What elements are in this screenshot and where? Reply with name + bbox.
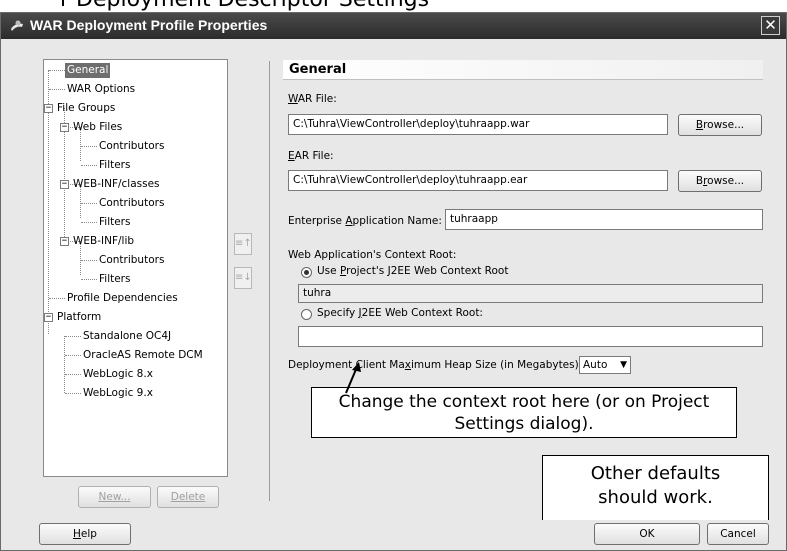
panel-title: General bbox=[283, 60, 763, 80]
browse-mnemonic: B bbox=[695, 119, 704, 131]
radio1-pre: Use bbox=[317, 265, 340, 277]
top-fragment-text: r Deployment Descriptor Settings bbox=[60, 0, 429, 12]
browse2-label-pre: B bbox=[695, 175, 704, 187]
heap-size-label: Deployment Client Maximum Heap Size (in … bbox=[288, 359, 582, 371]
dialog-window: WAR Deployment Profile Properties ✕ − − … bbox=[0, 12, 787, 551]
tree-item-contributors[interactable]: Contributors bbox=[97, 253, 166, 268]
context-root-label: Web Application's Context Root: bbox=[288, 249, 457, 261]
tree-line bbox=[81, 222, 97, 223]
radio2-rest: 2EE Web Context Root: bbox=[361, 307, 483, 319]
tree-line bbox=[65, 336, 81, 337]
delete-button-label: Delete bbox=[170, 491, 206, 503]
war-label-text: AR File: bbox=[297, 93, 337, 105]
tree-line bbox=[81, 260, 97, 261]
panel-divider bbox=[269, 61, 270, 501]
ent-label-mnemonic: A bbox=[345, 215, 353, 227]
tree-line bbox=[81, 203, 97, 204]
move-up-icon: ≡↑ bbox=[235, 238, 252, 249]
close-button[interactable]: ✕ bbox=[761, 16, 780, 35]
tree-item-standalone-oc4j[interactable]: Standalone OC4J bbox=[81, 329, 173, 344]
tree-item-contributors[interactable]: Contributors bbox=[97, 196, 166, 211]
ent-label-rest: pplication Name: bbox=[352, 215, 442, 227]
radio1-rest: roject's J2EE Web Context Root bbox=[346, 265, 509, 277]
browse-ear-button[interactable]: Browse... bbox=[678, 170, 762, 192]
navigation-tree[interactable]: − − − − − General WAR Options File Group… bbox=[43, 59, 228, 477]
collapse-icon[interactable]: − bbox=[60, 180, 69, 189]
tree-line bbox=[65, 393, 81, 394]
context-root-callout: Change the context root here (or on Proj… bbox=[311, 387, 737, 438]
use-project-context-label: Use Project's J2EE Web Context Root bbox=[317, 265, 508, 277]
war-file-label: WAR File: bbox=[288, 93, 337, 105]
move-up-button[interactable]: ≡↑ bbox=[234, 233, 252, 255]
tree-line bbox=[65, 355, 81, 356]
ent-label-pre: Enterprise bbox=[288, 215, 346, 227]
enterprise-app-name-input[interactable]: tuhraapp bbox=[445, 209, 763, 230]
heap-label-rest: imum Heap Size (in Megabytes): bbox=[411, 359, 583, 371]
tree-item-file-groups[interactable]: File Groups bbox=[55, 101, 117, 116]
collapse-icon[interactable]: − bbox=[60, 123, 69, 132]
new-button[interactable]: New... bbox=[78, 486, 151, 508]
tree-line bbox=[81, 146, 97, 147]
tree-item-general[interactable]: General bbox=[65, 63, 111, 78]
help-mnemonic: H bbox=[73, 528, 81, 540]
project-context-root-field: tuhra bbox=[298, 284, 763, 303]
enterprise-app-name-label: Enterprise Application Name: bbox=[288, 215, 442, 227]
tree-item-oracleas-remote-dcm[interactable]: OracleAS Remote DCM bbox=[81, 348, 205, 363]
tree-item-filters[interactable]: Filters bbox=[97, 158, 132, 173]
specify-context-radio[interactable] bbox=[301, 309, 312, 320]
collapse-icon[interactable]: − bbox=[44, 313, 53, 322]
move-down-icon: ≡↓ bbox=[235, 272, 252, 283]
top-fragment: r Deployment Descriptor Settings bbox=[0, 0, 787, 12]
tree-item-weblogic-8x[interactable]: WebLogic 8.x bbox=[81, 367, 155, 382]
browse-war-button[interactable]: Browse... bbox=[678, 114, 762, 136]
heap-size-select[interactable]: Auto ▼ bbox=[579, 356, 631, 374]
tree-line bbox=[81, 165, 97, 166]
tree-line bbox=[65, 374, 81, 375]
tree-line bbox=[81, 279, 97, 280]
tree-item-web-inf-lib[interactable]: WEB-INF/lib bbox=[71, 234, 136, 249]
help-label: elp bbox=[80, 528, 97, 540]
radio2-pre: Specify bbox=[317, 307, 359, 319]
close-icon: ✕ bbox=[764, 16, 777, 34]
browse-label: rowse... bbox=[703, 119, 745, 131]
tree-line bbox=[49, 89, 65, 90]
tree-item-web-inf-classes[interactable]: WEB-INF/classes bbox=[71, 177, 162, 192]
collapse-icon[interactable]: − bbox=[44, 104, 53, 113]
browse2-label-rest: owse... bbox=[707, 175, 745, 187]
specify-context-root-input[interactable] bbox=[298, 326, 763, 347]
ear-file-input[interactable]: C:\Tuhra\ViewController\deploy\tuhraapp.… bbox=[288, 170, 668, 191]
tree-line bbox=[49, 70, 65, 71]
use-project-context-radio[interactable] bbox=[301, 267, 312, 278]
new-button-label: New... bbox=[98, 491, 131, 503]
collapse-icon[interactable]: − bbox=[60, 237, 69, 246]
heap-size-value: Auto bbox=[583, 359, 608, 371]
tree-item-profile-dependencies[interactable]: Profile Dependencies bbox=[65, 291, 180, 306]
tree-item-war-options[interactable]: WAR Options bbox=[65, 82, 137, 97]
dropdown-arrow-icon: ▼ bbox=[620, 360, 627, 370]
tree-item-platform[interactable]: Platform bbox=[55, 310, 103, 325]
delete-button[interactable]: Delete bbox=[157, 486, 219, 508]
ok-button[interactable]: OK bbox=[594, 523, 700, 545]
tree-item-filters[interactable]: Filters bbox=[97, 215, 132, 230]
app-icon bbox=[11, 20, 23, 31]
defaults-callout: Other defaults should work. bbox=[542, 455, 769, 520]
title-bar: WAR Deployment Profile Properties ✕ bbox=[1, 13, 786, 39]
ear-label-mnemonic: E bbox=[288, 150, 295, 162]
ear-label-text: AR File: bbox=[294, 150, 334, 162]
tree-item-web-files[interactable]: Web Files bbox=[71, 120, 124, 135]
tree-item-contributors[interactable]: Contributors bbox=[97, 139, 166, 154]
tree-item-weblogic-9x[interactable]: WebLogic 9.x bbox=[81, 386, 155, 401]
move-down-button[interactable]: ≡↓ bbox=[234, 267, 252, 289]
window-title: WAR Deployment Profile Properties bbox=[30, 17, 268, 33]
ear-file-label: EAR File: bbox=[288, 150, 334, 162]
war-label-mnemonic: W bbox=[288, 93, 298, 105]
tree-item-filters[interactable]: Filters bbox=[97, 272, 132, 287]
tree-line bbox=[64, 336, 65, 393]
specify-context-label: Specify J2EE Web Context Root: bbox=[317, 307, 483, 319]
war-file-input[interactable]: C:\Tuhra\ViewController\deploy\tuhraapp.… bbox=[288, 114, 668, 135]
help-button[interactable]: Help bbox=[39, 523, 131, 545]
callout-arrow-icon bbox=[345, 362, 361, 394]
cancel-button[interactable]: Cancel bbox=[707, 523, 769, 545]
tree-line bbox=[49, 298, 65, 299]
